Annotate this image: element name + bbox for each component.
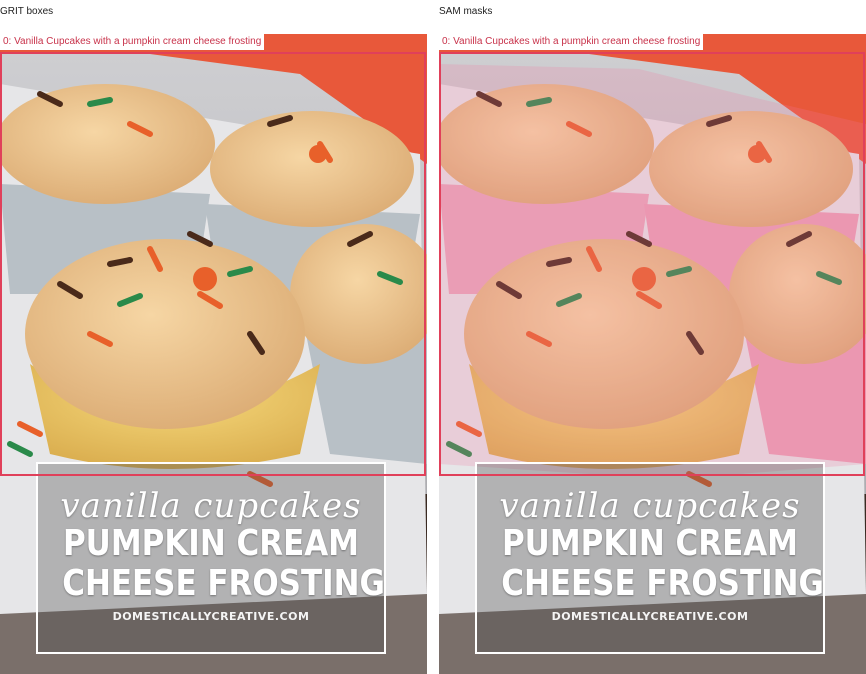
- overlay-script-text: vanilla cupcakes: [499, 486, 801, 526]
- overlay-line-1: PUMPKIN CREAM: [62, 523, 360, 564]
- sam-panel: vanilla cupcakes PUMPKIN CREAM CHEESE FR…: [439, 34, 866, 674]
- grit-panel: vanilla cupcakes PUMPKIN CREAM CHEESE FR…: [0, 34, 427, 674]
- detection-label: 0: Vanilla Cupcakes with a pumpkin cream…: [439, 34, 704, 50]
- title-overlay: vanilla cupcakes PUMPKIN CREAM CHEESE FR…: [475, 462, 825, 654]
- detection-box: [439, 52, 865, 476]
- detection-label: 0: Vanilla Cupcakes with a pumpkin cream…: [0, 34, 265, 50]
- detection-box: [0, 52, 426, 476]
- overlay-site: DOMESTICALLYCREATIVE.COM: [551, 610, 749, 623]
- panel-title-grit: GRIT boxes: [0, 6, 54, 17]
- panel-title-sam: SAM masks: [439, 6, 493, 17]
- overlay-line-2: CHEESE FROSTING: [62, 563, 385, 604]
- overlay-line-2: CHEESE FROSTING: [501, 563, 824, 604]
- overlay-site: DOMESTICALLYCREATIVE.COM: [112, 610, 310, 623]
- overlay-line-1: PUMPKIN CREAM: [501, 523, 799, 564]
- title-overlay: vanilla cupcakes PUMPKIN CREAM CHEESE FR…: [36, 462, 386, 654]
- overlay-script-text: vanilla cupcakes: [60, 486, 362, 526]
